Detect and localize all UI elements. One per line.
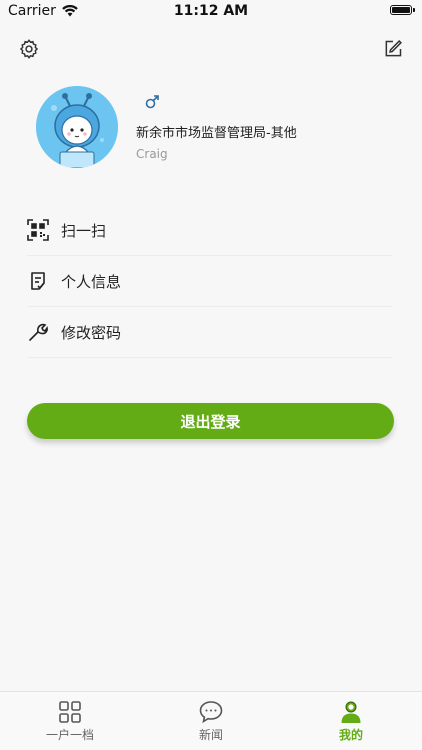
menu-item-scan[interactable]: 扫一扫 (27, 205, 392, 256)
profile-section: 新余市市场监督管理局-其他 Craig (36, 86, 396, 172)
avatar[interactable] (36, 86, 118, 168)
document-icon (27, 270, 49, 292)
avatar-image (36, 86, 118, 168)
male-gender-icon (145, 95, 159, 109)
grid-icon (59, 701, 81, 723)
gear-icon (19, 39, 39, 59)
menu-item-change-password[interactable]: 修改密码 (27, 307, 392, 358)
edit-icon (385, 40, 402, 57)
wrench-icon (27, 321, 49, 343)
tab-bar: 一户一档 新闻 我的 (0, 691, 422, 750)
menu-item-label: 个人信息 (61, 272, 122, 291)
tab-label: 新闻 (198, 728, 223, 742)
tab-me[interactable]: 我的 (281, 692, 421, 750)
menu-item-label: 修改密码 (61, 323, 122, 342)
user-icon (341, 701, 361, 723)
edit-button[interactable] (380, 36, 406, 62)
chat-bubble-icon (199, 701, 223, 724)
menu-item-personal-info[interactable]: 个人信息 (27, 256, 392, 307)
user-name: Craig (136, 147, 168, 161)
tab-household-files[interactable]: 一户一档 (0, 692, 140, 750)
tab-label: 我的 (338, 728, 363, 742)
tab-news[interactable]: 新闻 (141, 692, 281, 750)
settings-menu: 扫一扫 个人信息 修改密码 (27, 205, 392, 358)
logout-button[interactable]: 退出登录 (27, 403, 394, 439)
status-bar: Carrier 11:12 AM (0, 0, 422, 24)
tab-label: 一户一档 (45, 728, 94, 742)
settings-button[interactable] (16, 36, 42, 62)
menu-item-label: 扫一扫 (61, 221, 107, 240)
organization-name: 新余市市场监督管理局-其他 (136, 126, 297, 141)
qr-scan-icon (27, 219, 49, 241)
battery-icon (390, 5, 415, 15)
status-time: 11:12 AM (173, 3, 249, 19)
